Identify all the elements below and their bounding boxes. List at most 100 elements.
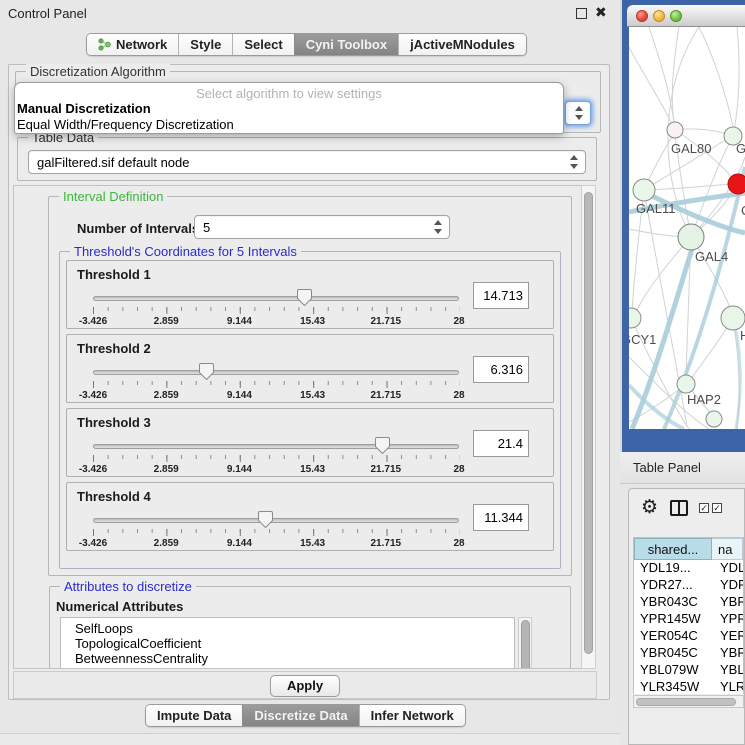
table-horizontal-scrollbar[interactable]: [633, 695, 744, 708]
tab-cyni-label: Cyni Toolbox: [306, 37, 387, 52]
tick-label: 28: [453, 464, 464, 475]
slider-handle[interactable]: [375, 437, 390, 454]
tick-label: -3.426: [79, 464, 107, 475]
attributes-scrollbar[interactable]: [518, 617, 532, 669]
tick-label: 15.43: [300, 538, 325, 549]
threshold-value-field[interactable]: 14.713: [473, 282, 529, 309]
slider-handle[interactable]: [199, 363, 214, 380]
threshold-slider[interactable]: -3.426 2.859 9.144 15.43 21.715 28: [93, 363, 459, 403]
select-all-checkbox-icon[interactable]: ✓: [699, 503, 709, 513]
threshold-slider[interactable]: -3.426 2.859 9.144 15.43 21.715 28: [93, 511, 459, 551]
close-icon[interactable]: ✖: [595, 4, 607, 21]
tab-discretize-data[interactable]: Discretize Data: [242, 705, 358, 726]
cell-name[interactable]: YDR2: [712, 577, 743, 594]
threshold-value-field[interactable]: 21.4: [473, 430, 529, 457]
table-row[interactable]: YDL19... YDL1: [634, 560, 743, 577]
network-canvas[interactable]: GAL80 GA C GAL11 GAL4 GCY1 H HAP2: [629, 27, 745, 429]
table-data-value: galFiltered.sif default node: [37, 155, 189, 170]
zoom-window-button[interactable]: [670, 10, 682, 22]
numerical-attributes-list[interactable]: SelfLoopsTopologicalCoefficientBetweenne…: [60, 617, 515, 669]
popup-item-equal-width[interactable]: Equal Width/Frequency Discretization: [15, 117, 563, 133]
tab-style[interactable]: Style: [178, 34, 232, 55]
cell-shared-name[interactable]: YBR045C: [634, 645, 712, 662]
table-row[interactable]: YLR345W YLR3: [634, 679, 743, 694]
table-row[interactable]: YDR27... YDR2: [634, 577, 743, 594]
threshold-value-field[interactable]: 11.344: [473, 504, 529, 531]
column-header-name[interactable]: na: [712, 538, 743, 560]
algorithm-combo-arrow[interactable]: [565, 101, 591, 125]
column-header-shared-name[interactable]: shared...: [634, 538, 712, 560]
cell-name[interactable]: YLR3: [712, 679, 743, 694]
table-row[interactable]: YBR045C YBR0: [634, 645, 743, 662]
main-vertical-scrollbar[interactable]: [581, 185, 596, 669]
cell-shared-name[interactable]: YPR145W: [634, 611, 712, 628]
cell-name[interactable]: YDL1: [712, 560, 743, 577]
popup-item-manual-discretization[interactable]: Manual Discretization: [15, 101, 563, 117]
cell-shared-name[interactable]: YDR27...: [634, 577, 712, 594]
threshold-slider[interactable]: -3.426 2.859 9.144 15.43 21.715 28: [93, 437, 459, 477]
table-data-combobox[interactable]: galFiltered.sif default node: [28, 150, 586, 174]
node-gal80: [667, 122, 683, 138]
tick-label: 21.715: [371, 390, 402, 401]
node-bottom: [706, 411, 722, 427]
tick-label: 15.43: [300, 464, 325, 475]
cell-shared-name[interactable]: YLR345W: [634, 679, 712, 694]
tab-infer-network[interactable]: Infer Network: [359, 705, 465, 726]
number-of-intervals-value: 5: [203, 220, 210, 235]
table-row[interactable]: YBL079W YBL0: [634, 662, 743, 679]
slider-track[interactable]: [93, 296, 459, 301]
bottom-strip: [0, 733, 620, 745]
tab-cyni-toolbox[interactable]: Cyni Toolbox: [294, 34, 398, 55]
scrollbar-thumb[interactable]: [636, 698, 736, 706]
tab-network[interactable]: Network: [87, 34, 178, 55]
slider-handle[interactable]: [297, 289, 312, 306]
table-panel-header: Table Panel: [620, 452, 745, 484]
tick-label: 2.859: [154, 316, 179, 327]
cell-shared-name[interactable]: YDL19...: [634, 560, 712, 577]
number-of-intervals-combobox[interactable]: 5: [194, 215, 450, 239]
cell-shared-name[interactable]: YER054C: [634, 628, 712, 645]
deselect-all-checkbox-icon[interactable]: ✓: [712, 503, 722, 513]
threshold-panel: Threshold 2 -3.426 2.859: [66, 334, 554, 403]
tick-label: 9.144: [227, 464, 252, 475]
table-row[interactable]: YPR145W YPR1: [634, 611, 743, 628]
scrollbar-thumb[interactable]: [584, 192, 593, 654]
cell-name[interactable]: YBL0: [712, 662, 743, 679]
threshold-value-field[interactable]: 6.316: [473, 356, 529, 383]
cell-name[interactable]: YBR0: [712, 645, 743, 662]
cell-name[interactable]: YER0: [712, 628, 743, 645]
threshold-slider[interactable]: -3.426 2.859 9.144 15.43 21.715 28: [93, 289, 459, 329]
tab-select[interactable]: Select: [232, 34, 293, 55]
node-label: GAL4: [695, 249, 728, 264]
tab-impute-data[interactable]: Impute Data: [146, 705, 242, 726]
table-row[interactable]: YBR043C YBR0: [634, 594, 743, 611]
node-hap2: [677, 375, 695, 393]
cell-shared-name[interactable]: YBL079W: [634, 662, 712, 679]
slider-handle[interactable]: [258, 511, 273, 528]
attribute-list-item[interactable]: TopologicalCoefficient: [75, 636, 514, 651]
threshold-panel: Threshold 4 -3.426 2.859: [66, 482, 554, 551]
gear-icon[interactable]: ⚙: [641, 496, 658, 519]
minimize-window-button[interactable]: [653, 10, 665, 22]
float-window-icon[interactable]: [576, 8, 587, 19]
node-red: [728, 174, 745, 194]
slider-track[interactable]: [93, 370, 459, 375]
close-window-button[interactable]: [636, 10, 648, 22]
columns-icon[interactable]: [670, 500, 688, 516]
node-label: H: [740, 328, 745, 343]
network-window-titlebar[interactable]: [627, 5, 745, 27]
tick-label: 28: [453, 316, 464, 327]
threshold-label: Threshold 3: [77, 415, 151, 430]
attribute-list-item[interactable]: BetweennessCentrality: [75, 651, 514, 666]
attribute-list-item[interactable]: SelfLoops: [75, 621, 514, 636]
node-gal11: [633, 179, 655, 201]
table-row[interactable]: YER054C YER0: [634, 628, 743, 645]
apply-button[interactable]: Apply: [270, 675, 340, 697]
cell-shared-name[interactable]: YBR043C: [634, 594, 712, 611]
tab-jactivemnodules[interactable]: jActiveMNodules: [398, 34, 526, 55]
slider-track[interactable]: [93, 444, 459, 449]
cell-name[interactable]: YBR0: [712, 594, 743, 611]
cell-name[interactable]: YPR1: [712, 611, 743, 628]
scrollbar-thumb[interactable]: [521, 620, 530, 669]
slider-track[interactable]: [93, 518, 459, 523]
